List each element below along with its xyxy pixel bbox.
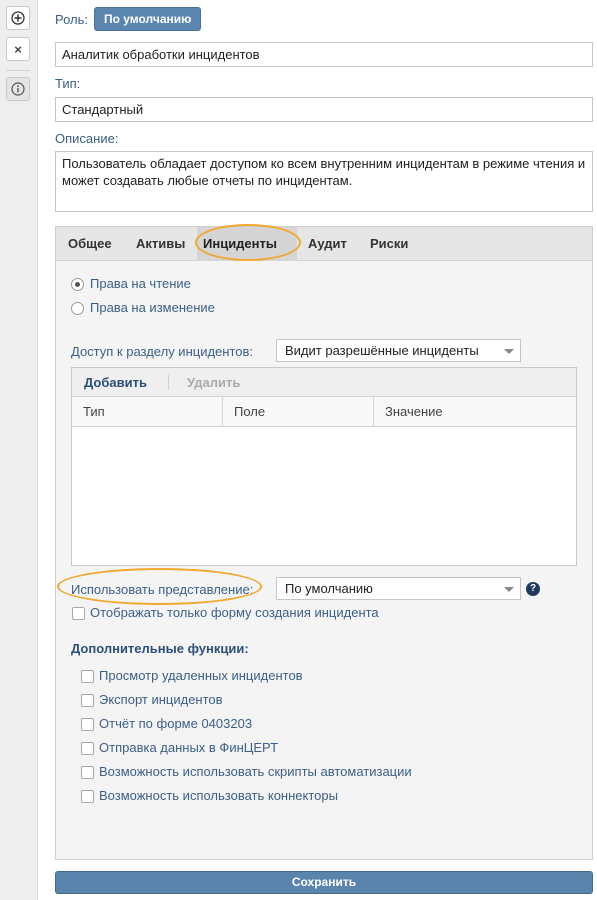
grid-toolbar-divider	[168, 375, 169, 390]
chevron-down-icon	[504, 349, 514, 354]
access-select-value: Видит разрешённые инциденты	[285, 343, 479, 358]
description-textarea[interactable]: Пользователь обладает доступом ко всем в…	[55, 151, 593, 212]
column-header-type[interactable]: Тип	[72, 397, 223, 427]
info-icon-svg	[11, 82, 25, 96]
extra-label-export: Экспорт инцидентов	[99, 692, 223, 707]
extra-label-fincert: Отправка данных в ФинЦЕРТ	[99, 740, 279, 755]
role-name-input[interactable]: Аналитик обработки инцидентов	[55, 42, 593, 67]
access-label: Доступ к разделу инцидентов:	[71, 344, 253, 359]
extra-checkbox-export[interactable]	[81, 694, 94, 707]
save-button[interactable]: Сохранить	[55, 871, 593, 894]
edit-rights-radio[interactable]	[71, 302, 84, 315]
edit-rights-label: Права на изменение	[90, 300, 215, 315]
extra-label-scripts: Возможность использовать скрипты автомат…	[99, 764, 412, 779]
type-input[interactable]: Стандартный	[55, 97, 593, 122]
extra-label-connectors: Возможность использовать коннекторы	[99, 788, 338, 803]
grid-delete-button[interactable]: Удалить	[187, 375, 240, 390]
grid-toolbar: Добавить Удалить	[72, 368, 576, 397]
tab-audit[interactable]: Аудит	[302, 227, 353, 261]
column-header-field[interactable]: Поле	[223, 397, 374, 427]
grid-header: Тип Поле Значение	[72, 397, 576, 427]
only-form-checkbox[interactable]	[72, 607, 85, 620]
type-label: Тип:	[55, 76, 81, 91]
extra-label-report: Отчёт по форме 0403203	[99, 716, 253, 731]
extra-checkbox-report[interactable]	[81, 718, 94, 731]
close-icon[interactable]: ×	[6, 37, 30, 61]
only-form-label: Отображать только форму создания инциден…	[90, 605, 379, 620]
read-rights-label: Права на чтение	[90, 276, 191, 291]
tab-bar: Общее Активы Инциденты Аудит Риски	[56, 227, 592, 261]
view-select[interactable]: По умолчанию	[276, 577, 521, 600]
add-circle-icon[interactable]	[6, 6, 30, 30]
grid-add-button[interactable]: Добавить	[84, 375, 147, 390]
extra-checkbox-fincert[interactable]	[81, 742, 94, 755]
toolbar-divider	[6, 70, 30, 71]
access-select[interactable]: Видит разрешённые инциденты	[276, 339, 521, 362]
column-header-value[interactable]: Значение	[374, 397, 576, 427]
extra-checkbox-deleted[interactable]	[81, 670, 94, 683]
view-select-value: По умолчанию	[285, 581, 373, 596]
role-default-button[interactable]: По умолчанию	[94, 7, 202, 31]
add-circle-icon-svg	[11, 11, 25, 25]
tab-assets[interactable]: Активы	[130, 227, 191, 261]
view-label: Использовать представление:	[71, 582, 254, 597]
left-toolbar: ×	[0, 0, 38, 900]
help-icon[interactable]: ?	[526, 582, 540, 596]
description-label: Описание:	[55, 131, 119, 146]
tab-incidents[interactable]: Инциденты	[197, 227, 297, 261]
extra-checkbox-connectors[interactable]	[81, 790, 94, 803]
chevron-down-icon	[504, 587, 514, 592]
filter-grid: Добавить Удалить Тип Поле Значение	[71, 367, 577, 566]
extra-functions-title: Дополнительные функции:	[71, 641, 249, 656]
tab-risks[interactable]: Риски	[364, 227, 414, 261]
tab-general[interactable]: Общее	[62, 227, 118, 261]
extra-checkbox-scripts[interactable]	[81, 766, 94, 779]
role-settings-panel: Общее Активы Инциденты Аудит Риски Права…	[55, 226, 593, 860]
role-label: Роль:	[55, 12, 89, 27]
extra-label-deleted: Просмотр удаленных инцидентов	[99, 668, 303, 683]
read-rights-radio[interactable]	[71, 278, 84, 291]
info-icon[interactable]	[6, 77, 30, 101]
